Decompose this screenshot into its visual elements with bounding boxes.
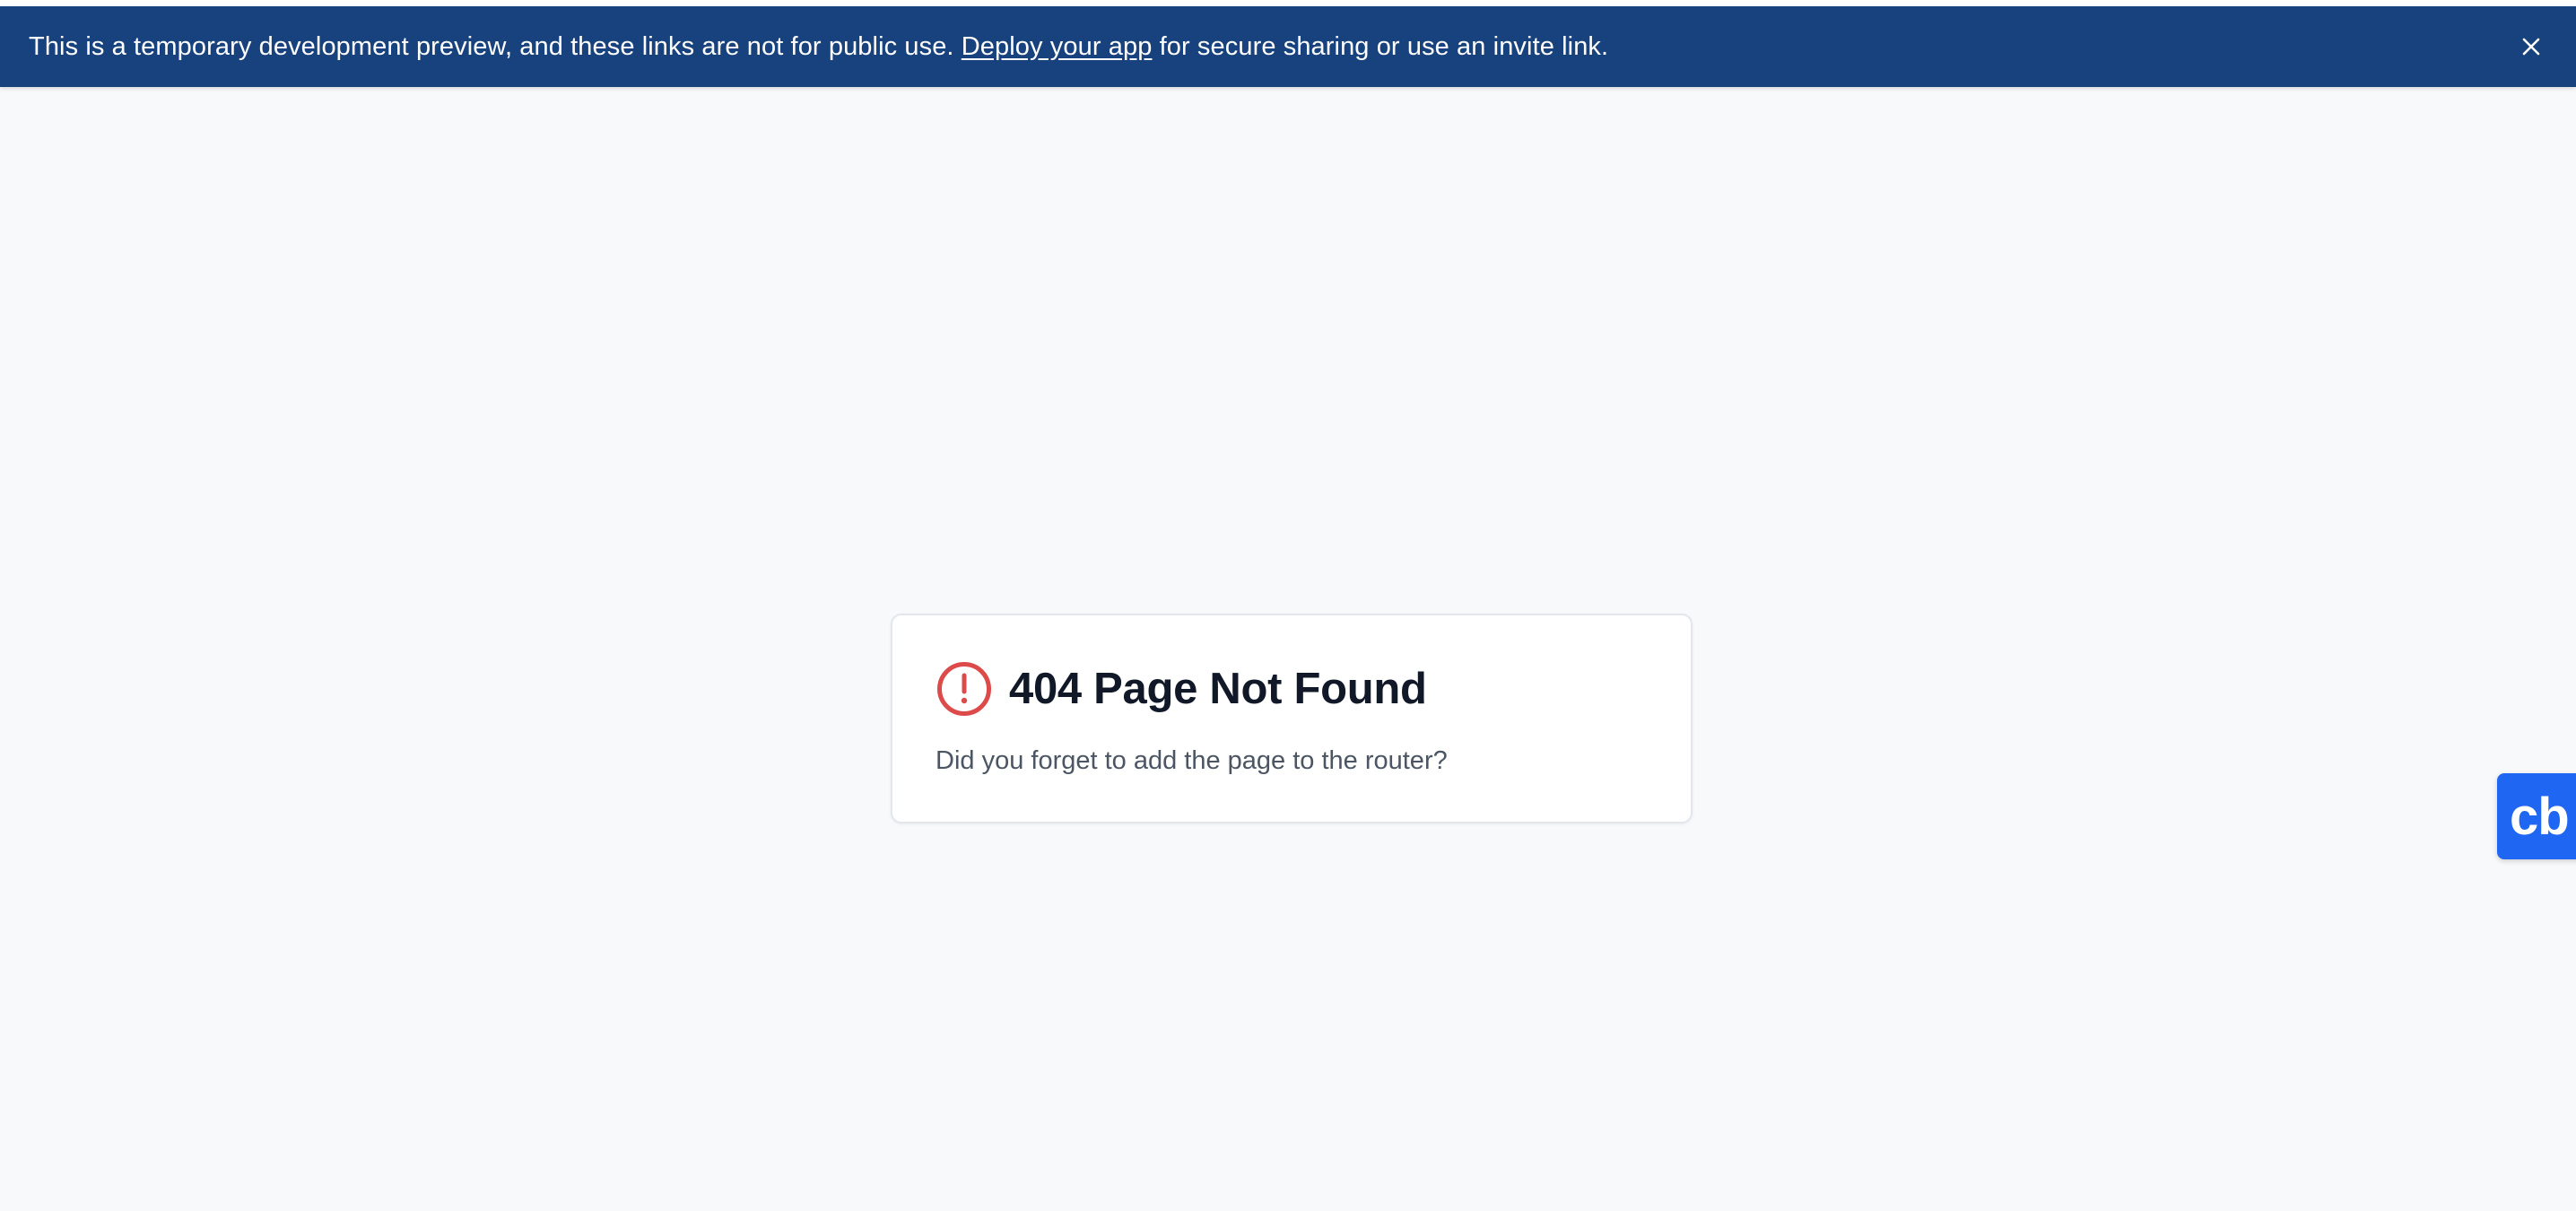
card-header: 404 Page Not Found [936, 660, 1427, 718]
error-message: Did you forget to add the page to the ro… [936, 746, 1448, 775]
page-title: 404 Page Not Found [1009, 665, 1427, 713]
cb-widget-button[interactable]: cb [2497, 773, 2576, 859]
alert-circle-icon [937, 662, 991, 716]
cb-widget-label: cb [2510, 787, 2570, 846]
banner-text-after: for secure sharing or use an invite link… [1159, 31, 1609, 61]
banner-text-before: This is a temporary development preview,… [29, 31, 954, 61]
deploy-app-link[interactable]: Deploy your app [962, 32, 1153, 62]
not-found-card: 404 Page Not Found Did you forget to add… [891, 614, 1693, 823]
top-strip [0, 0, 2576, 6]
close-icon[interactable] [2519, 34, 2544, 59]
dev-preview-banner: This is a temporary development preview,… [0, 6, 2576, 87]
